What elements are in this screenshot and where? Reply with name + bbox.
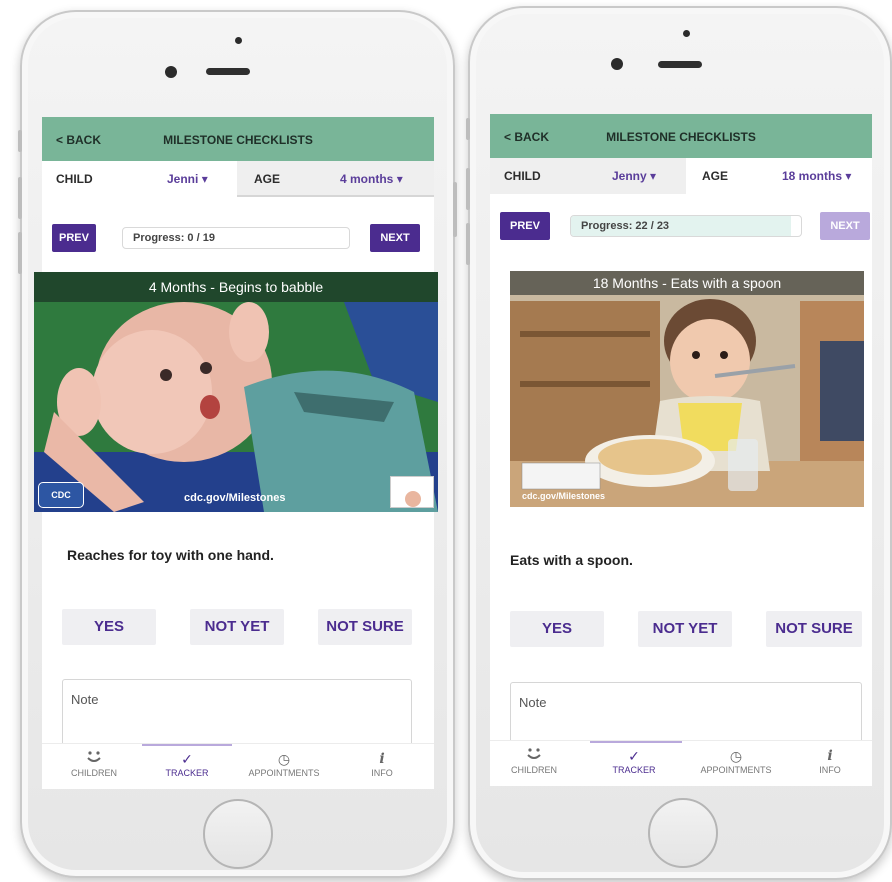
yes-button[interactable]: YES bbox=[510, 611, 604, 647]
caret-down-icon: ▾ bbox=[650, 169, 657, 183]
info-icon: i bbox=[379, 751, 385, 767]
sensor-dot bbox=[683, 30, 690, 37]
tab-label: APPOINTMENTS bbox=[248, 768, 320, 778]
earpiece-speaker bbox=[206, 68, 250, 75]
milestone-image: 4 Months - Begins to babble CDC cdc.gov/… bbox=[34, 272, 438, 512]
cdc-logo: CDC bbox=[38, 482, 84, 508]
note-placeholder: Note bbox=[71, 692, 99, 707]
tab-tracker[interactable]: ✓ TRACKER bbox=[594, 747, 674, 775]
learn-the-signs-badge bbox=[390, 476, 434, 508]
tab-tracker[interactable]: ✓ TRACKER bbox=[147, 750, 227, 778]
child-label: CHILD bbox=[504, 169, 541, 183]
active-tab-indicator bbox=[142, 744, 232, 746]
active-tab-indicator bbox=[590, 741, 682, 743]
age-label: AGE bbox=[254, 172, 281, 186]
yes-button[interactable]: YES bbox=[62, 609, 156, 645]
progress-text: Progress: 0 / 19 bbox=[133, 232, 215, 244]
age-label: AGE bbox=[702, 169, 729, 183]
home-button[interactable] bbox=[648, 798, 718, 868]
caret-down-icon: ▾ bbox=[396, 172, 403, 186]
sensor-dot bbox=[235, 37, 242, 44]
page-title: MILESTONE CHECKLISTS bbox=[606, 130, 756, 144]
child-value: Jenni bbox=[167, 172, 199, 186]
age-value: 4 months bbox=[340, 172, 394, 186]
progress-bar: Progress: 0 / 19 bbox=[122, 227, 350, 249]
tab-children[interactable]: CHILDREN bbox=[494, 747, 574, 775]
cdc-logo-text: CDC bbox=[51, 490, 71, 500]
age-dropdown[interactable]: 18 months ▾ bbox=[782, 158, 851, 194]
next-button[interactable]: NEXT bbox=[370, 224, 420, 252]
tab-label: CHILDREN bbox=[70, 768, 117, 778]
children-icon bbox=[494, 747, 574, 765]
tab-label: TRACKER bbox=[165, 768, 209, 778]
tab-appointments[interactable]: ◷ APPOINTMENTS bbox=[244, 750, 324, 778]
check-icon: ✓ bbox=[628, 748, 640, 764]
milestone-question: Eats with a spoon. bbox=[510, 552, 633, 568]
tab-info[interactable]: i INFO bbox=[342, 750, 422, 778]
toddler-photo-icon bbox=[510, 271, 864, 507]
header-bar: < BACK MILESTONE CHECKLISTS bbox=[490, 114, 872, 158]
child-label: CHILD bbox=[56, 172, 93, 186]
age-dropdown[interactable]: 4 months ▾ bbox=[340, 161, 403, 197]
tab-bar: CHILDREN ✓ TRACKER ◷ APPOINTMENTS i INFO bbox=[490, 740, 872, 786]
volume-up-button bbox=[466, 168, 470, 210]
not-sure-button[interactable]: NOT SURE bbox=[318, 609, 412, 645]
info-icon: i bbox=[827, 748, 833, 764]
age-underline bbox=[237, 195, 434, 197]
child-value: Jenny bbox=[612, 169, 647, 183]
mute-switch bbox=[466, 118, 470, 140]
tab-info[interactable]: i INFO bbox=[790, 747, 870, 775]
power-button bbox=[453, 182, 457, 237]
tab-children[interactable]: CHILDREN bbox=[54, 750, 134, 778]
front-camera bbox=[165, 66, 177, 78]
image-site: cdc.gov/Milestones bbox=[522, 491, 606, 501]
check-icon: ✓ bbox=[181, 751, 193, 767]
tab-label: INFO bbox=[371, 768, 393, 778]
image-site: cdc.gov/Milestones bbox=[184, 492, 286, 504]
progress-bar: Progress: 22 / 23 bbox=[570, 215, 802, 237]
next-button[interactable]: NEXT bbox=[820, 212, 870, 240]
earpiece-speaker bbox=[658, 61, 702, 68]
mute-switch bbox=[18, 130, 22, 152]
baby-photo-icon bbox=[34, 272, 438, 512]
selector-bar: CHILD Jenny ▾ AGE 18 months ▾ bbox=[490, 158, 872, 194]
page-title: MILESTONE CHECKLISTS bbox=[163, 133, 313, 147]
progress-text: Progress: 22 / 23 bbox=[581, 220, 670, 232]
image-caption: 18 Months - Eats with a spoon bbox=[510, 271, 864, 295]
clock-icon: ◷ bbox=[729, 748, 743, 764]
children-icon bbox=[54, 750, 134, 768]
prev-button[interactable]: PREV bbox=[500, 212, 550, 240]
selector-bar: CHILD Jenni ▾ AGE 4 months ▾ bbox=[42, 161, 434, 197]
tab-label: APPOINTMENTS bbox=[700, 765, 772, 775]
tab-appointments[interactable]: ◷ APPOINTMENTS bbox=[696, 747, 776, 775]
child-dropdown[interactable]: Jenni ▾ bbox=[167, 161, 208, 197]
home-button[interactable] bbox=[203, 799, 273, 869]
volume-down-button bbox=[18, 232, 22, 274]
phone-right: < BACK MILESTONE CHECKLISTS CHILD Jenny … bbox=[466, 6, 892, 880]
not-yet-button[interactable]: NOT YET bbox=[190, 609, 284, 645]
note-placeholder: Note bbox=[519, 695, 547, 710]
caret-down-icon: ▾ bbox=[845, 169, 852, 183]
volume-up-button bbox=[18, 177, 22, 219]
clock-icon: ◷ bbox=[277, 751, 291, 767]
tab-label: TRACKER bbox=[612, 765, 656, 775]
front-camera bbox=[611, 58, 623, 70]
badge-photo bbox=[405, 491, 421, 507]
caret-down-icon: ▾ bbox=[201, 172, 208, 186]
image-caption: 4 Months - Begins to babble bbox=[34, 272, 438, 302]
header-bar: < BACK MILESTONE CHECKLISTS bbox=[42, 117, 434, 161]
not-yet-button[interactable]: NOT YET bbox=[638, 611, 732, 647]
tab-label: INFO bbox=[819, 765, 841, 775]
milestone-image: 18 Months - Eats with a spoon cdc.gov/Mi… bbox=[510, 271, 864, 507]
volume-down-button bbox=[466, 223, 470, 265]
child-dropdown[interactable]: Jenny ▾ bbox=[612, 158, 656, 194]
not-sure-button[interactable]: NOT SURE bbox=[766, 611, 862, 647]
milestone-question: Reaches for toy with one hand. bbox=[67, 547, 274, 563]
stage: < BACK MILESTONE CHECKLISTS CHILD Jenni … bbox=[0, 0, 892, 882]
tab-label: CHILDREN bbox=[510, 765, 557, 775]
prev-button[interactable]: PREV bbox=[52, 224, 96, 252]
tab-bar: CHILDREN ✓ TRACKER ◷ APPOINTMENTS i INFO bbox=[42, 743, 434, 789]
screen: < BACK MILESTONE CHECKLISTS CHILD Jenny … bbox=[490, 114, 872, 786]
age-value: 18 months bbox=[782, 169, 843, 183]
